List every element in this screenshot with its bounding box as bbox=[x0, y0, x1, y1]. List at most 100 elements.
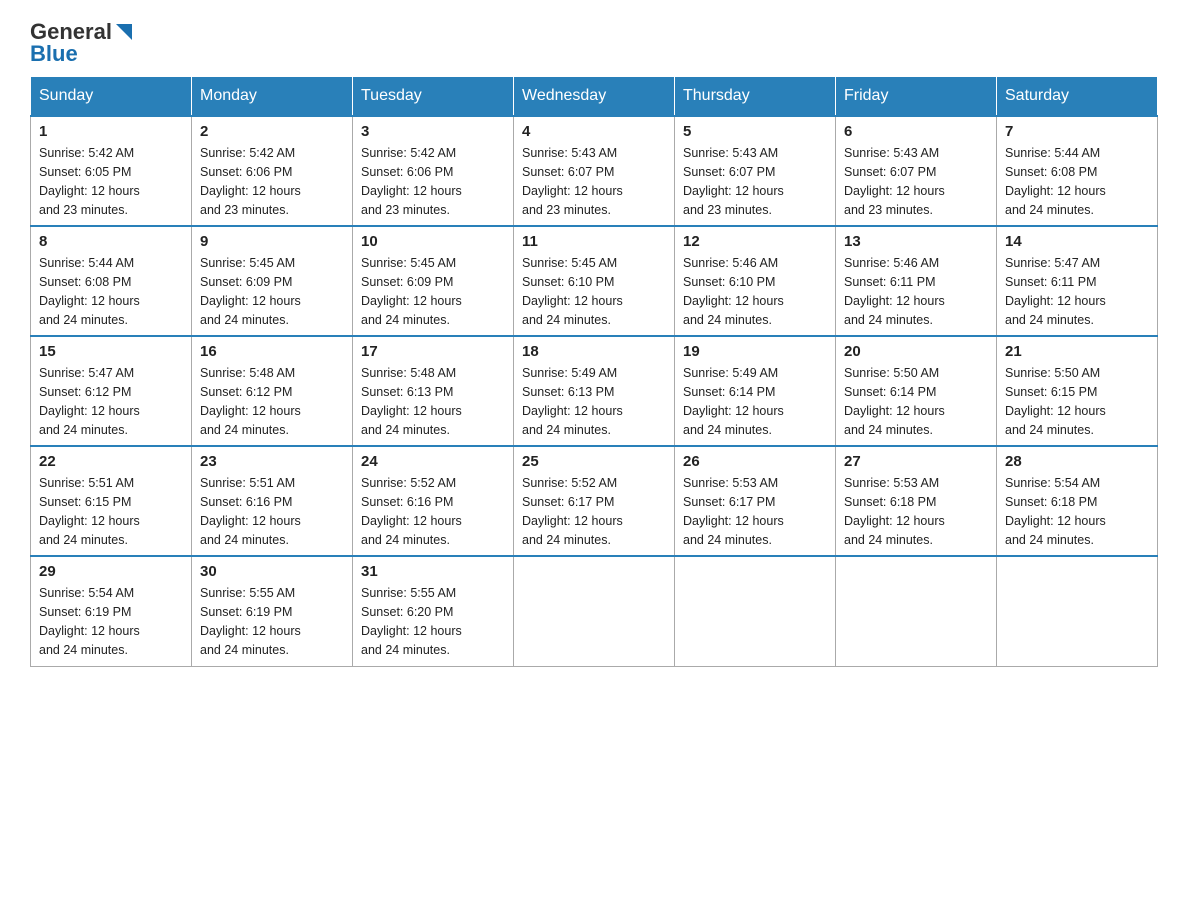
calendar-cell: 25 Sunrise: 5:52 AMSunset: 6:17 PMDaylig… bbox=[514, 446, 675, 556]
calendar-cell bbox=[997, 556, 1158, 666]
calendar-cell: 11 Sunrise: 5:45 AMSunset: 6:10 PMDaylig… bbox=[514, 226, 675, 336]
day-number: 2 bbox=[200, 123, 344, 140]
calendar-day-header: Wednesday bbox=[514, 77, 675, 117]
day-number: 23 bbox=[200, 453, 344, 470]
calendar-day-header: Sunday bbox=[31, 77, 192, 117]
day-info: Sunrise: 5:42 AMSunset: 6:05 PMDaylight:… bbox=[39, 146, 140, 216]
calendar-week-row: 22 Sunrise: 5:51 AMSunset: 6:15 PMDaylig… bbox=[31, 446, 1158, 556]
calendar-week-row: 1 Sunrise: 5:42 AMSunset: 6:05 PMDayligh… bbox=[31, 116, 1158, 226]
calendar-header-row: SundayMondayTuesdayWednesdayThursdayFrid… bbox=[31, 77, 1158, 117]
calendar-cell: 14 Sunrise: 5:47 AMSunset: 6:11 PMDaylig… bbox=[997, 226, 1158, 336]
calendar-cell: 20 Sunrise: 5:50 AMSunset: 6:14 PMDaylig… bbox=[836, 336, 997, 446]
day-number: 11 bbox=[522, 233, 666, 250]
day-number: 9 bbox=[200, 233, 344, 250]
logo-blue-text: Blue bbox=[30, 42, 134, 66]
day-info: Sunrise: 5:43 AMSunset: 6:07 PMDaylight:… bbox=[844, 146, 945, 216]
calendar-cell: 27 Sunrise: 5:53 AMSunset: 6:18 PMDaylig… bbox=[836, 446, 997, 556]
day-info: Sunrise: 5:51 AMSunset: 6:16 PMDaylight:… bbox=[200, 476, 301, 546]
day-number: 22 bbox=[39, 453, 183, 470]
calendar-cell: 4 Sunrise: 5:43 AMSunset: 6:07 PMDayligh… bbox=[514, 116, 675, 226]
page-header: General Blue bbox=[30, 20, 1158, 66]
day-number: 24 bbox=[361, 453, 505, 470]
calendar-cell: 10 Sunrise: 5:45 AMSunset: 6:09 PMDaylig… bbox=[353, 226, 514, 336]
day-number: 3 bbox=[361, 123, 505, 140]
day-info: Sunrise: 5:43 AMSunset: 6:07 PMDaylight:… bbox=[683, 146, 784, 216]
logo-triangle-icon bbox=[114, 22, 134, 42]
day-number: 17 bbox=[361, 343, 505, 360]
day-number: 15 bbox=[39, 343, 183, 360]
calendar-table: SundayMondayTuesdayWednesdayThursdayFrid… bbox=[30, 76, 1158, 667]
day-number: 10 bbox=[361, 233, 505, 250]
day-number: 27 bbox=[844, 453, 988, 470]
calendar-cell: 13 Sunrise: 5:46 AMSunset: 6:11 PMDaylig… bbox=[836, 226, 997, 336]
day-number: 21 bbox=[1005, 343, 1149, 360]
day-number: 7 bbox=[1005, 123, 1149, 140]
day-number: 30 bbox=[200, 563, 344, 580]
calendar-cell: 17 Sunrise: 5:48 AMSunset: 6:13 PMDaylig… bbox=[353, 336, 514, 446]
day-number: 31 bbox=[361, 563, 505, 580]
day-info: Sunrise: 5:48 AMSunset: 6:12 PMDaylight:… bbox=[200, 366, 301, 436]
day-info: Sunrise: 5:46 AMSunset: 6:11 PMDaylight:… bbox=[844, 256, 945, 326]
day-info: Sunrise: 5:44 AMSunset: 6:08 PMDaylight:… bbox=[39, 256, 140, 326]
day-info: Sunrise: 5:55 AMSunset: 6:20 PMDaylight:… bbox=[361, 586, 462, 656]
day-number: 18 bbox=[522, 343, 666, 360]
day-info: Sunrise: 5:50 AMSunset: 6:15 PMDaylight:… bbox=[1005, 366, 1106, 436]
calendar-cell bbox=[514, 556, 675, 666]
day-info: Sunrise: 5:54 AMSunset: 6:18 PMDaylight:… bbox=[1005, 476, 1106, 546]
calendar-cell bbox=[836, 556, 997, 666]
calendar-day-header: Friday bbox=[836, 77, 997, 117]
calendar-day-header: Thursday bbox=[675, 77, 836, 117]
day-info: Sunrise: 5:47 AMSunset: 6:11 PMDaylight:… bbox=[1005, 256, 1106, 326]
calendar-week-row: 29 Sunrise: 5:54 AMSunset: 6:19 PMDaylig… bbox=[31, 556, 1158, 666]
calendar-cell: 23 Sunrise: 5:51 AMSunset: 6:16 PMDaylig… bbox=[192, 446, 353, 556]
day-number: 25 bbox=[522, 453, 666, 470]
calendar-cell: 24 Sunrise: 5:52 AMSunset: 6:16 PMDaylig… bbox=[353, 446, 514, 556]
day-number: 12 bbox=[683, 233, 827, 250]
day-info: Sunrise: 5:44 AMSunset: 6:08 PMDaylight:… bbox=[1005, 146, 1106, 216]
day-info: Sunrise: 5:45 AMSunset: 6:09 PMDaylight:… bbox=[200, 256, 301, 326]
calendar-cell: 1 Sunrise: 5:42 AMSunset: 6:05 PMDayligh… bbox=[31, 116, 192, 226]
calendar-cell: 12 Sunrise: 5:46 AMSunset: 6:10 PMDaylig… bbox=[675, 226, 836, 336]
calendar-cell: 22 Sunrise: 5:51 AMSunset: 6:15 PMDaylig… bbox=[31, 446, 192, 556]
day-info: Sunrise: 5:51 AMSunset: 6:15 PMDaylight:… bbox=[39, 476, 140, 546]
day-info: Sunrise: 5:52 AMSunset: 6:17 PMDaylight:… bbox=[522, 476, 623, 546]
calendar-cell: 8 Sunrise: 5:44 AMSunset: 6:08 PMDayligh… bbox=[31, 226, 192, 336]
day-number: 28 bbox=[1005, 453, 1149, 470]
day-number: 20 bbox=[844, 343, 988, 360]
day-number: 16 bbox=[200, 343, 344, 360]
day-number: 26 bbox=[683, 453, 827, 470]
day-info: Sunrise: 5:49 AMSunset: 6:13 PMDaylight:… bbox=[522, 366, 623, 436]
calendar-cell: 16 Sunrise: 5:48 AMSunset: 6:12 PMDaylig… bbox=[192, 336, 353, 446]
calendar-cell: 26 Sunrise: 5:53 AMSunset: 6:17 PMDaylig… bbox=[675, 446, 836, 556]
calendar-day-header: Monday bbox=[192, 77, 353, 117]
day-info: Sunrise: 5:52 AMSunset: 6:16 PMDaylight:… bbox=[361, 476, 462, 546]
day-info: Sunrise: 5:55 AMSunset: 6:19 PMDaylight:… bbox=[200, 586, 301, 656]
calendar-cell: 9 Sunrise: 5:45 AMSunset: 6:09 PMDayligh… bbox=[192, 226, 353, 336]
day-number: 5 bbox=[683, 123, 827, 140]
logo: General Blue bbox=[30, 20, 134, 66]
day-info: Sunrise: 5:49 AMSunset: 6:14 PMDaylight:… bbox=[683, 366, 784, 436]
calendar-cell: 5 Sunrise: 5:43 AMSunset: 6:07 PMDayligh… bbox=[675, 116, 836, 226]
calendar-cell: 15 Sunrise: 5:47 AMSunset: 6:12 PMDaylig… bbox=[31, 336, 192, 446]
calendar-cell: 31 Sunrise: 5:55 AMSunset: 6:20 PMDaylig… bbox=[353, 556, 514, 666]
calendar-cell: 30 Sunrise: 5:55 AMSunset: 6:19 PMDaylig… bbox=[192, 556, 353, 666]
day-info: Sunrise: 5:48 AMSunset: 6:13 PMDaylight:… bbox=[361, 366, 462, 436]
day-info: Sunrise: 5:42 AMSunset: 6:06 PMDaylight:… bbox=[200, 146, 301, 216]
calendar-cell: 29 Sunrise: 5:54 AMSunset: 6:19 PMDaylig… bbox=[31, 556, 192, 666]
calendar-cell: 7 Sunrise: 5:44 AMSunset: 6:08 PMDayligh… bbox=[997, 116, 1158, 226]
calendar-cell: 3 Sunrise: 5:42 AMSunset: 6:06 PMDayligh… bbox=[353, 116, 514, 226]
day-number: 14 bbox=[1005, 233, 1149, 250]
day-number: 19 bbox=[683, 343, 827, 360]
day-number: 4 bbox=[522, 123, 666, 140]
day-info: Sunrise: 5:50 AMSunset: 6:14 PMDaylight:… bbox=[844, 366, 945, 436]
day-info: Sunrise: 5:47 AMSunset: 6:12 PMDaylight:… bbox=[39, 366, 140, 436]
day-number: 13 bbox=[844, 233, 988, 250]
calendar-cell: 28 Sunrise: 5:54 AMSunset: 6:18 PMDaylig… bbox=[997, 446, 1158, 556]
day-number: 1 bbox=[39, 123, 183, 140]
day-info: Sunrise: 5:43 AMSunset: 6:07 PMDaylight:… bbox=[522, 146, 623, 216]
calendar-cell: 21 Sunrise: 5:50 AMSunset: 6:15 PMDaylig… bbox=[997, 336, 1158, 446]
day-number: 8 bbox=[39, 233, 183, 250]
calendar-week-row: 15 Sunrise: 5:47 AMSunset: 6:12 PMDaylig… bbox=[31, 336, 1158, 446]
calendar-day-header: Saturday bbox=[997, 77, 1158, 117]
day-info: Sunrise: 5:53 AMSunset: 6:18 PMDaylight:… bbox=[844, 476, 945, 546]
